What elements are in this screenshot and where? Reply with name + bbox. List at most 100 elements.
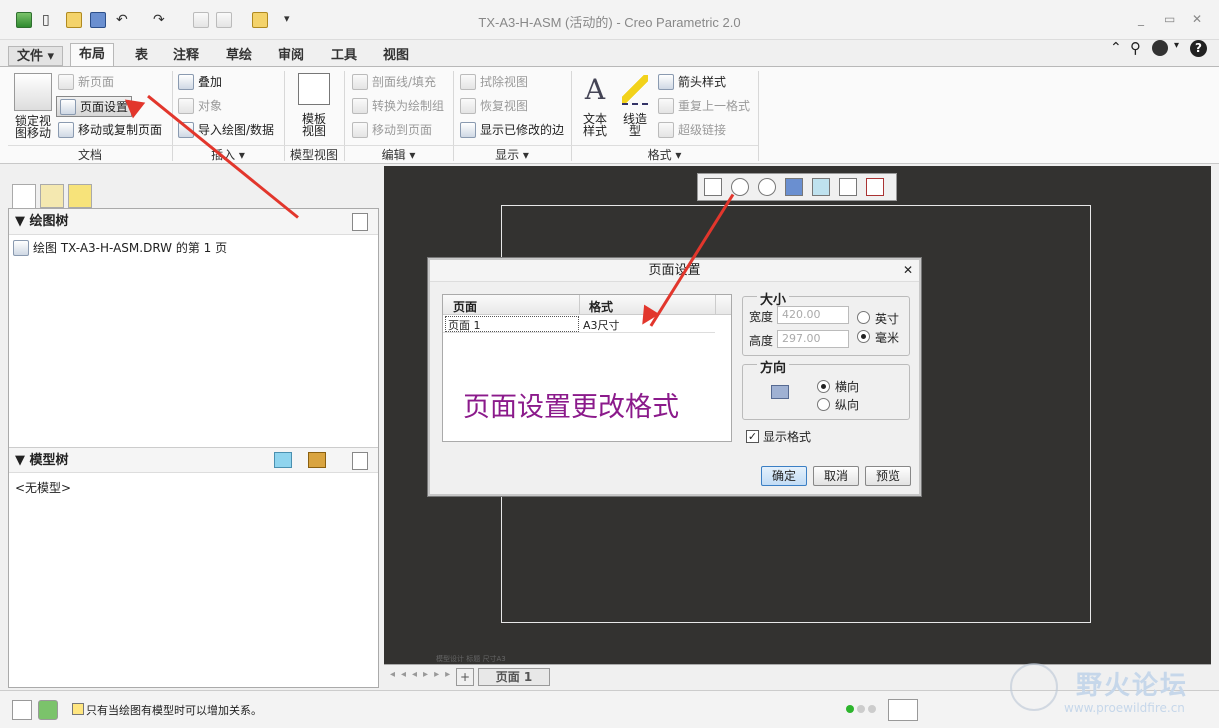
tab-tools[interactable]: 工具 (323, 46, 365, 66)
landscape-radio[interactable] (817, 380, 830, 393)
canvas-faint-text: 模型设计 标题 尺寸A3 (436, 655, 506, 663)
size-group: 大小 宽度 420.00 英寸 高度 297.00 毫米 (742, 289, 910, 356)
convert-to-group-button[interactable]: 转换为绘制组 (352, 97, 444, 114)
portrait-radio[interactable] (817, 398, 830, 411)
watermark-logo (1010, 663, 1058, 711)
status-dot-icon (857, 705, 865, 713)
chevron-down-icon[interactable]: ▾ (1174, 40, 1179, 51)
restore-view-button[interactable]: 恢复视图 (460, 97, 528, 114)
tab-review[interactable]: 审阅 (270, 46, 312, 66)
line-style-button[interactable]: 线造 型 (618, 73, 652, 137)
model-tree-settings-icon[interactable] (352, 452, 368, 470)
page-cell[interactable]: 页面 1 (445, 316, 579, 332)
erase-view-icon (460, 73, 476, 90)
show-format-checkbox[interactable]: ✓ 显示格式 (746, 428, 811, 445)
tab-table[interactable]: 表 (127, 46, 156, 66)
favorites-tab-icon[interactable] (68, 184, 92, 208)
status-message: 只有当绘图有模型时可以增加关系。 (86, 704, 262, 717)
orientation-group: 方向 横向 纵向 (742, 357, 910, 420)
restore-button[interactable]: ▭ (1164, 12, 1175, 26)
landscape-label: 横向 (835, 380, 860, 394)
dialog-close-icon[interactable]: ✕ (903, 263, 913, 277)
view-toolbar (697, 173, 897, 201)
watermark-text: 野火论坛 (1076, 671, 1189, 701)
column-header-page: 页面 (453, 300, 478, 314)
drawing-tree-title: 绘图树 (29, 214, 69, 229)
zoom-in-icon[interactable] (731, 178, 749, 196)
refit-icon[interactable] (704, 178, 722, 196)
zoom-out-icon[interactable] (758, 178, 776, 196)
watermark-url: www.proewildfire.cn (1064, 701, 1185, 715)
height-label: 高度 (749, 334, 774, 348)
datum-display-icon[interactable] (866, 178, 884, 196)
display-style-icon[interactable] (812, 178, 830, 196)
arrow-style-button[interactable]: 箭头样式 (658, 73, 726, 90)
page-orientation-icon (771, 385, 789, 399)
hyperlink-button[interactable]: 超级链接 (658, 121, 726, 138)
message-icon (72, 703, 84, 715)
overlay-button[interactable]: 叠加 (178, 73, 222, 90)
format-cell[interactable]: A3尺寸 (583, 317, 620, 333)
drawing-tree-header: ▼ 绘图树 (9, 209, 378, 235)
search-icon[interactable]: ⚲ (1130, 39, 1141, 57)
page-nav-icons[interactable]: ◂◂◂▸▸▸ (390, 669, 456, 680)
close-button[interactable]: ✕ (1192, 12, 1202, 26)
group-label-edit[interactable]: 编辑 ▾ (344, 145, 453, 163)
tree-tab-icon[interactable] (12, 184, 36, 208)
tree-settings-icon[interactable] (352, 213, 368, 231)
repeat-format-button[interactable]: 重复上一格式 (658, 97, 750, 114)
tab-file[interactable]: 文件 ▾ (8, 46, 64, 66)
page-tab[interactable]: 页面 1 (478, 668, 550, 686)
portrait-label: 纵向 (835, 398, 860, 412)
selection-filter-icon[interactable] (888, 699, 918, 721)
tab-layout[interactable]: 布局 (70, 43, 115, 67)
page-setup-icon (60, 98, 76, 115)
repaint-icon[interactable] (785, 178, 803, 196)
tab-annotate[interactable]: 注释 (165, 46, 207, 66)
ribbon: 锁定视 图移动 新页面 页面设置 移动或复制页面 叠加 对象 导入绘图/数据 模… (0, 66, 1219, 164)
height-input[interactable]: 297.00 (777, 330, 849, 348)
page-setup-dialog: 页面设置 ✕ 页面 格式 页面 1 A3尺寸 页面设置更改格式 大小 宽度 42… (428, 258, 921, 496)
move-page-icon (352, 121, 368, 138)
width-input[interactable]: 420.00 (777, 306, 849, 324)
preview-button[interactable]: 预览 (865, 466, 911, 486)
drawing-tree-item[interactable]: 绘图 TX-A3-H-ASM.DRW 的第 1 页 (13, 239, 227, 256)
ribbon-tabs: 文件 ▾ 布局 表 注释 草绘 审阅 工具 视图 ⌃ ⚲ ▾ ? (0, 39, 1219, 67)
checkbox-checked-icon[interactable]: ✓ (746, 430, 759, 443)
lock-view-movement-button[interactable]: 锁定视 图移动 (12, 73, 54, 139)
help-center-icon[interactable] (1152, 40, 1168, 56)
collapse-ribbon-icon[interactable]: ⌃ (1110, 40, 1122, 56)
minimize-button[interactable]: _ (1138, 12, 1144, 26)
table-row[interactable]: 页面 1 A3尺寸 (443, 315, 715, 333)
show-modified-edges-button[interactable]: 显示已修改的边 (460, 121, 564, 138)
move-copy-icon (58, 121, 74, 138)
no-model-text: <无模型> (15, 481, 72, 495)
erase-view-button[interactable]: 拭除视图 (460, 73, 528, 90)
text-style-button[interactable]: A 文本 样式 (578, 73, 612, 137)
column-header-format: 格式 (589, 300, 614, 314)
dialog-title: 页面设置 (430, 260, 919, 282)
ok-button[interactable]: 确定 (761, 466, 807, 486)
folder-tab-icon[interactable] (40, 184, 64, 208)
new-page-button[interactable]: 新页面 (58, 73, 114, 90)
cancel-button[interactable]: 取消 (813, 466, 859, 486)
tab-view[interactable]: 视图 (375, 46, 417, 66)
browser-toggle-icon[interactable] (38, 700, 58, 720)
show-icon[interactable] (274, 452, 292, 468)
add-page-button[interactable]: + (456, 668, 474, 686)
tree-filter-icon[interactable] (308, 452, 326, 468)
unit-inch-radio[interactable] (857, 311, 870, 324)
unit-mm-radio[interactable] (857, 330, 870, 343)
section-line-button[interactable]: 剖面线/填充 (352, 73, 436, 90)
help-icon[interactable]: ? (1190, 40, 1207, 57)
convert-icon (352, 97, 368, 114)
move-to-page-button[interactable]: 移动到页面 (352, 121, 432, 138)
tree-toggle-icon[interactable] (12, 700, 32, 720)
object-button[interactable]: 对象 (178, 97, 222, 114)
annotation-display-icon[interactable] (839, 178, 857, 196)
tab-sketch[interactable]: 草绘 (218, 46, 260, 66)
move-copy-page-button[interactable]: 移动或复制页面 (58, 121, 162, 138)
group-label-display[interactable]: 显示 ▾ (453, 145, 571, 163)
group-label-format[interactable]: 格式 ▾ (571, 145, 758, 163)
template-view-button[interactable]: 模板 视图 (292, 73, 336, 137)
